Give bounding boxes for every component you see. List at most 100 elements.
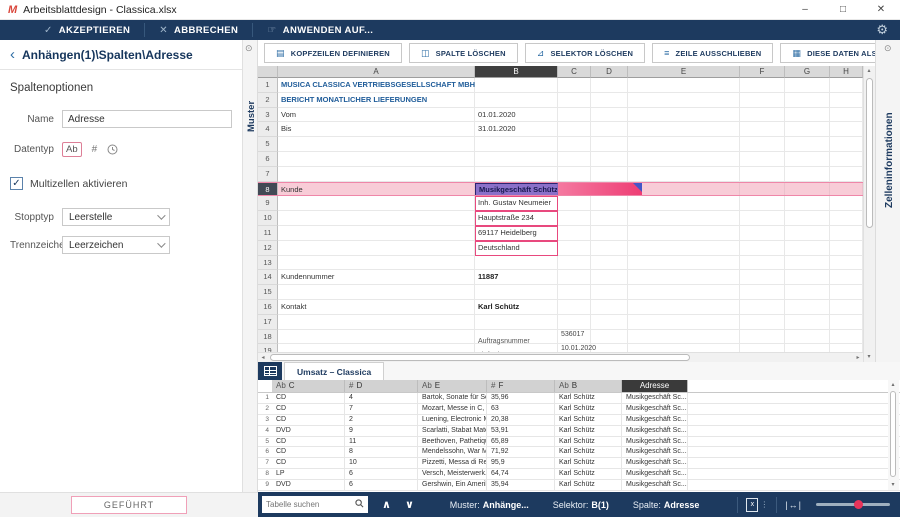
- cell-G5[interactable]: [785, 137, 830, 152]
- cell-B5[interactable]: [475, 137, 558, 152]
- table-cell[interactable]: CD: [272, 458, 345, 469]
- cell-A5[interactable]: [278, 137, 475, 152]
- cell-G10[interactable]: [785, 211, 830, 226]
- row-header-16[interactable]: 16: [258, 299, 278, 315]
- cell-G11[interactable]: [785, 225, 830, 241]
- accept-button[interactable]: ✓ AKZEPTIEREN: [30, 20, 144, 40]
- table-cell[interactable]: Musikgeschäft Sc...: [622, 414, 688, 425]
- table-column-header-f[interactable]: # F: [487, 380, 555, 392]
- table-cell[interactable]: CD: [272, 436, 345, 447]
- table-row[interactable]: 2CD7Mozart, Messe in C, K...63Karl Schüt…: [258, 403, 900, 415]
- table-cell[interactable]: 2: [345, 414, 418, 425]
- cell-B13[interactable]: [475, 255, 558, 271]
- scroll-down-icon[interactable]: ▾: [888, 480, 898, 490]
- datetime-type-icon[interactable]: [107, 144, 118, 155]
- cell-C4[interactable]: [558, 122, 591, 138]
- cell-B15[interactable]: [475, 285, 558, 300]
- cell-B1[interactable]: [475, 78, 558, 93]
- table-cell[interactable]: Bartok, Sonate für So...: [418, 393, 487, 403]
- table-search-box[interactable]: [262, 496, 368, 513]
- guided-button[interactable]: GEFÜHRT: [71, 496, 187, 514]
- cell-B2[interactable]: [475, 92, 558, 108]
- cell-D11[interactable]: [591, 225, 628, 241]
- cell-D6[interactable]: [591, 151, 628, 167]
- cell-A8[interactable]: Kunde: [278, 182, 475, 196]
- table-row[interactable]: 4 DVD 9 Scarlatti, Stabat Mater 53,91 Karl Sc…: [258, 425, 900, 437]
- multicell-checkbox[interactable]: ✓: [10, 177, 23, 190]
- table-cell[interactable]: LP: [272, 469, 345, 480]
- table-cell[interactable]: Gershwin, Ein Amerik...: [418, 480, 487, 491]
- table-row[interactable]: 8 LP 6 Versch, Meisterwerk... 64,74 Karl Schü…: [258, 469, 900, 481]
- table-cell[interactable]: Beethoven, Pathetiqu...: [418, 436, 487, 447]
- table-row[interactable]: 1CD4Bartok, Sonate für So...35,96Karl Sc…: [258, 393, 900, 404]
- cell-B6[interactable]: [475, 151, 558, 167]
- cell-C6[interactable]: [558, 151, 591, 167]
- cell-F14[interactable]: [740, 270, 785, 286]
- cell-G6[interactable]: [785, 151, 830, 167]
- column-header-H[interactable]: H: [830, 66, 863, 78]
- cell-H5[interactable]: [830, 137, 863, 152]
- cell-A1[interactable]: MUSICA CLASSICA VERTRIEBSGESELLSCHAFT MB…: [278, 78, 475, 93]
- cell-A4[interactable]: Bis: [278, 122, 475, 138]
- cell-C11[interactable]: [558, 225, 591, 241]
- cell-A14[interactable]: Kundennummer: [278, 270, 475, 286]
- table-cell[interactable]: Mendelssohn, War M...: [418, 447, 487, 458]
- scroll-up-icon[interactable]: ▴: [888, 380, 898, 390]
- row-header-6[interactable]: 6: [258, 151, 278, 167]
- panel-pin-icon[interactable]: ⊙: [884, 43, 892, 54]
- table-cell[interactable]: Musikgeschäft Sc...: [622, 447, 688, 458]
- row-header-14[interactable]: 14: [258, 270, 278, 286]
- table-cell[interactable]: 4: [345, 393, 418, 403]
- cell-H16[interactable]: [830, 299, 863, 315]
- cell-G12[interactable]: [785, 240, 830, 256]
- cell-A16[interactable]: Kontakt: [278, 299, 475, 315]
- row-header-3[interactable]: 3: [258, 107, 278, 123]
- table-row[interactable]: 6 CD 8 Mendelssohn, War M... 71,92 Karl Schüt…: [258, 447, 900, 459]
- cell-D7[interactable]: [591, 166, 628, 182]
- table-column-header-d[interactable]: # D: [345, 380, 418, 392]
- cell-G18[interactable]: [785, 329, 830, 345]
- cell-H1[interactable]: [830, 78, 863, 93]
- grid-vertical-scrollbar[interactable]: ▴ ▾: [863, 66, 875, 362]
- cell-C13[interactable]: [558, 255, 591, 271]
- cell-C14[interactable]: [558, 270, 591, 286]
- cell-H13[interactable]: [830, 255, 863, 271]
- spalte-löschen-button[interactable]: ◫ SPALTE LÖSCHEN: [408, 43, 518, 63]
- number-type-button[interactable]: #: [92, 144, 98, 155]
- table-cell[interactable]: 95,9: [487, 458, 555, 469]
- column-header-A[interactable]: A: [278, 66, 475, 78]
- grid-corner[interactable]: [258, 66, 278, 78]
- cell-D14[interactable]: [591, 270, 628, 286]
- table-cell[interactable]: 53,91: [487, 425, 555, 436]
- cell-C7[interactable]: [558, 166, 591, 182]
- table-cell[interactable]: 20,38: [487, 414, 555, 425]
- cell-F18[interactable]: [740, 329, 785, 345]
- table-cell[interactable]: Karl Schütz: [555, 469, 622, 480]
- table-cell[interactable]: Musikgeschäft Sc...: [622, 480, 688, 491]
- cell-H11[interactable]: [830, 225, 863, 241]
- cell-F10[interactable]: [740, 211, 785, 226]
- cell-A17[interactable]: [278, 314, 475, 330]
- cell-E8[interactable]: [628, 182, 740, 196]
- cell-B17[interactable]: [475, 314, 558, 330]
- table-vertical-scrollbar[interactable]: ▴ ▾: [888, 380, 899, 490]
- cell-H3[interactable]: [830, 107, 863, 123]
- cell-F11[interactable]: [740, 225, 785, 241]
- cell-F12[interactable]: [740, 240, 785, 256]
- cell-C17[interactable]: [558, 314, 591, 330]
- cell-A10[interactable]: [278, 211, 475, 226]
- cell-E2[interactable]: [628, 92, 740, 108]
- name-input[interactable]: [62, 110, 232, 128]
- cell-D13[interactable]: [591, 255, 628, 271]
- cell-D1[interactable]: [591, 78, 628, 93]
- table-cell[interactable]: 6: [345, 469, 418, 480]
- stop-type-dropdown[interactable]: Leerstelle: [62, 208, 170, 226]
- table-grid-icon[interactable]: [258, 362, 282, 380]
- cell-C5[interactable]: [558, 137, 591, 152]
- cell-B8[interactable]: Musikgeschäft Schütz: [475, 182, 558, 196]
- cell-G15[interactable]: [785, 285, 830, 300]
- cell-C10[interactable]: [558, 211, 591, 226]
- cell-B11[interactable]: 69117 Heidelberg: [475, 225, 558, 241]
- cell-H17[interactable]: [830, 314, 863, 330]
- kopfzeilen-definieren-button[interactable]: ▤ KOPFZEILEN DEFINIEREN: [264, 43, 402, 63]
